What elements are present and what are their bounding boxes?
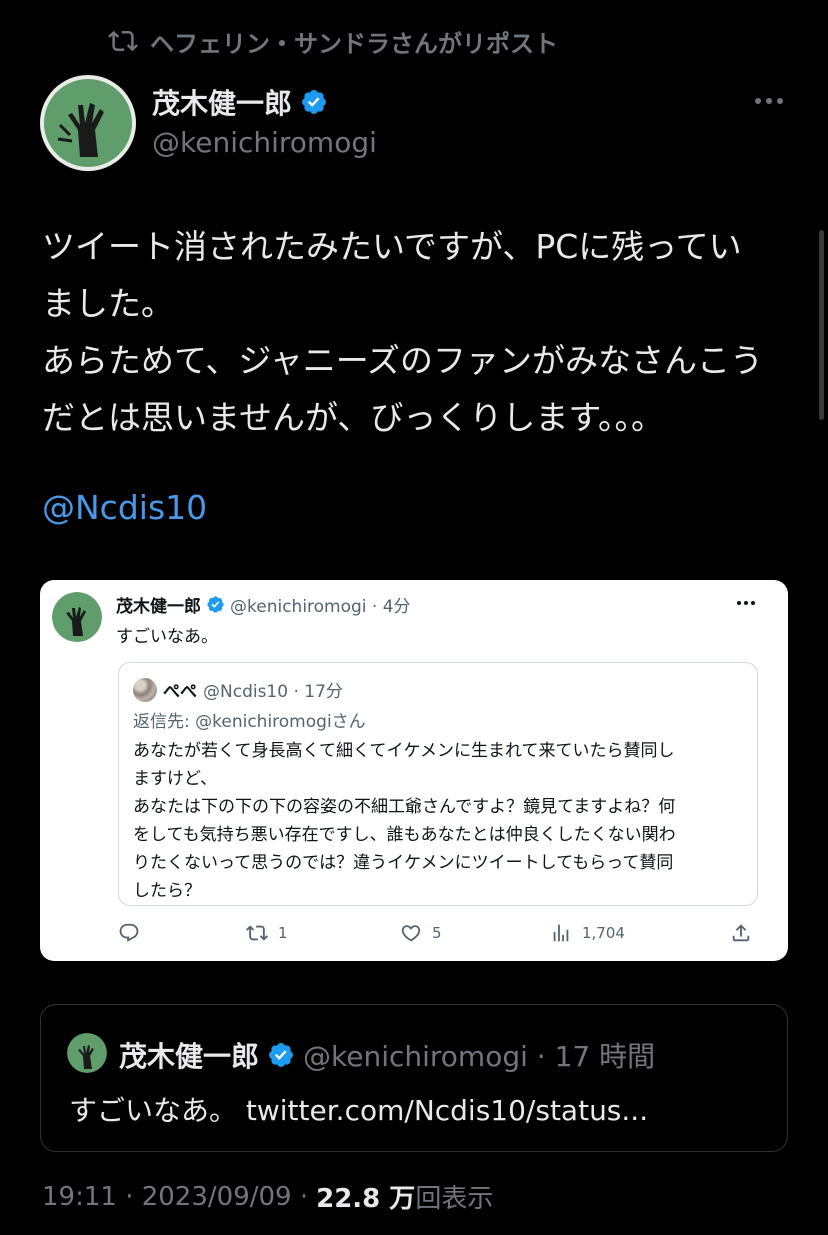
author-block[interactable]: 茂木健一郎 @kenichiromogi — [152, 82, 377, 159]
verified-badge-icon — [207, 596, 224, 613]
card-retweet: 1 — [246, 922, 288, 944]
views-count: 1,704 — [582, 924, 625, 942]
tweet-line: ツイート消されたみたいですが、PCに残ってい — [42, 227, 742, 266]
repost-label: ヘフェリン・サンドラさんがリポスト — [150, 29, 558, 58]
repost-icon — [108, 30, 138, 52]
tweet-line: だとは思いませんが、びっくりします。。。 — [42, 398, 665, 437]
retweet-icon — [246, 925, 268, 941]
quoted-line: ますけど、 — [133, 769, 218, 789]
tweet-text: ツイート消されたみたいですが、PCに残ってい ました。 あらためて、ジャニーズの… — [42, 218, 802, 446]
card-handle-time: @kenichiromogi · 4分 — [230, 597, 411, 617]
verified-badge-icon — [302, 90, 326, 114]
view-count-label: 回表示 — [415, 1184, 494, 1214]
author-handle[interactable]: @kenichiromogi — [152, 126, 377, 159]
tweet-line: あらためて、ジャニーズのファンがみなさんこう — [42, 341, 764, 380]
quoted-body: あなたが若くて身長高くて細くてイケメンに生まれて来ていたら賛同し ますけど、 あ… — [133, 737, 745, 905]
like-count: 5 — [432, 924, 442, 942]
quoted-tweet-text: すごいなあ。 twitter.com/Ncdis10/status... — [69, 1094, 649, 1127]
quoted-avatar — [133, 677, 157, 702]
quoted-tweet-handle-time: @kenichiromogi · 17 時間 — [303, 1040, 656, 1073]
card-share — [730, 922, 762, 944]
more-options-icon[interactable] — [754, 94, 784, 108]
mention-link[interactable]: @Ncdis10 — [42, 488, 207, 527]
tweet-line: ました。 — [42, 284, 174, 323]
quoted-line: あなたは下の下の下の容姿の不細工爺さんですよ？鏡見てますよね？何 — [133, 797, 676, 817]
quoted-author-name: ぺぺ — [163, 682, 197, 702]
tweet-meta: 19:11 · 2023/09/09 · 22.8 万 回表示 — [42, 1178, 493, 1215]
card-author-name: 茂木健一郎 — [116, 597, 201, 617]
card-reply — [118, 922, 150, 944]
quoted-handle-time: @Ncdis10 · 17分 — [203, 682, 343, 702]
quoted-tweet[interactable]: 茂木健一郎 @kenichiromogi · 17 時間 すごいなあ。 twit… — [40, 1004, 788, 1152]
retweet-count: 1 — [278, 924, 288, 942]
reply-icon — [119, 923, 139, 942]
scrollbar[interactable] — [819, 230, 824, 420]
quoted-tweet-author: 茂木健一郎 — [119, 1040, 260, 1073]
quoted-line: をしても気持ち悪い存在ですし、誰もあなたとは仲良くしたくない関わ — [133, 825, 676, 845]
view-count: 22.8 万 — [316, 1184, 416, 1214]
card-like: 5 — [400, 922, 442, 944]
card-action-bar: 1 5 1,704 — [118, 922, 758, 948]
quoted-tweet-avatar — [67, 1033, 107, 1073]
author-avatar[interactable] — [40, 75, 136, 171]
share-icon — [732, 924, 750, 942]
quoted-reply-to: 返信先: @kenichiromogiさん — [133, 712, 366, 732]
heart-icon — [401, 925, 421, 942]
card-text: すごいなあ。 — [116, 627, 218, 647]
views-icon — [553, 924, 569, 942]
card-avatar — [52, 592, 102, 642]
quoted-line: りたくないって思うのでは？違うイケメンにツイートしてもらって賛同 — [133, 853, 674, 873]
card-quoted-tweet: ぺぺ @Ncdis10 · 17分 返信先: @kenichiromogiさん … — [118, 662, 758, 906]
quoted-line: あなたが若くて身長高くて細くてイケメンに生まれて来ていたら賛同し — [133, 741, 675, 761]
repost-indicator[interactable]: ヘフェリン・サンドラさんがリポスト — [108, 26, 558, 58]
timestamp[interactable]: 19:11 · 2023/09/09 · — [42, 1182, 308, 1212]
quoted-line: したら？ — [133, 881, 201, 901]
card-more-icon — [737, 601, 755, 605]
verified-badge-icon — [269, 1043, 293, 1067]
author-name[interactable]: 茂木健一郎 — [152, 82, 292, 122]
attached-screenshot[interactable]: 茂木健一郎 @kenichiromogi · 4分 すごいなあ。 ぺぺ @Ncd… — [40, 580, 788, 961]
card-views: 1,704 — [550, 922, 625, 944]
